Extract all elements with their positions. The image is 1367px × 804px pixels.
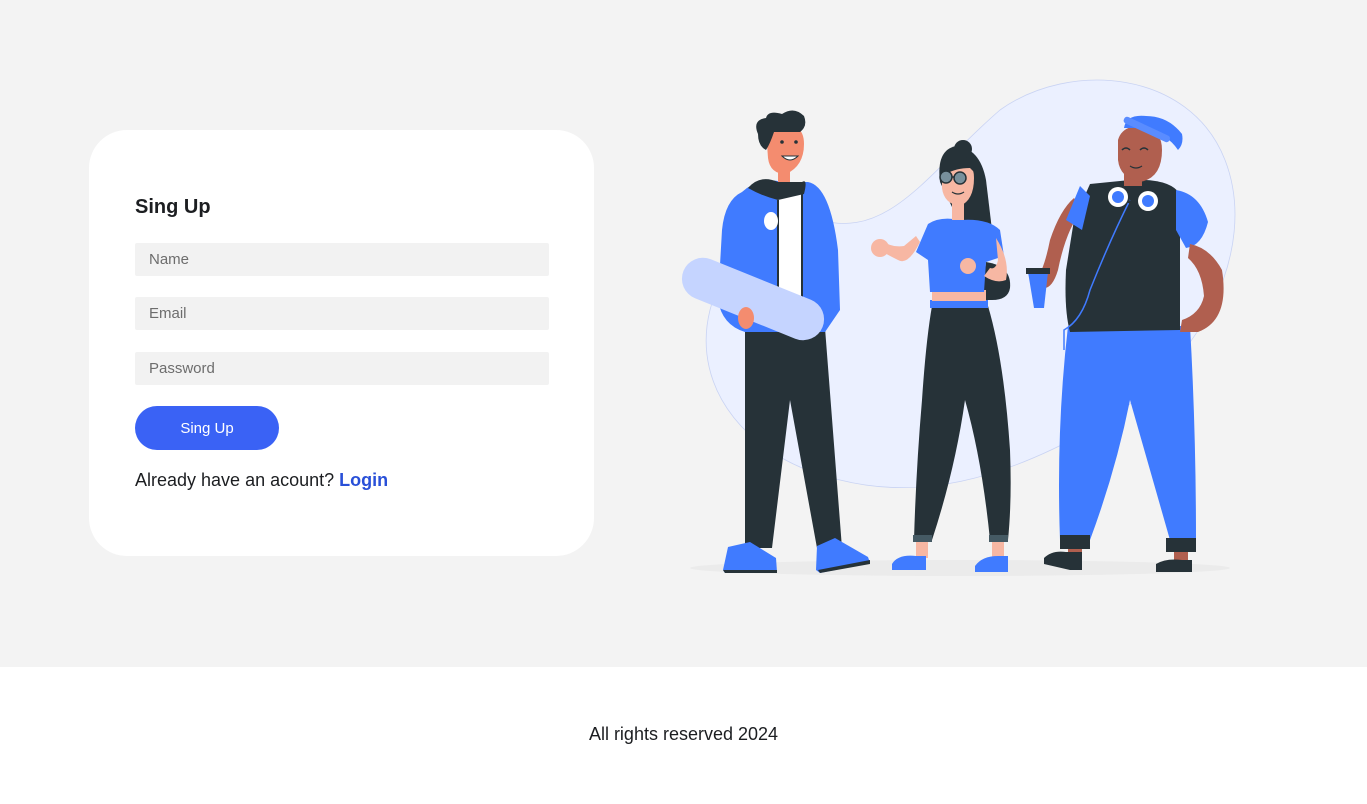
signup-card: Sing Up Sing Up Already have an acount? …: [89, 130, 594, 556]
hero-section: Sing Up Sing Up Already have an acount? …: [0, 0, 1367, 667]
people-group-illustration: [681, 79, 1236, 576]
form-title: Sing Up: [135, 196, 211, 218]
jacket-badge: [764, 212, 778, 230]
login-prompt-line: Already have an acount? Login: [135, 470, 388, 491]
sunglasses-icon: [939, 170, 953, 184]
footer-copyright: All rights reserved 2024: [588, 724, 779, 744]
hair-bun: [954, 140, 972, 158]
signup-button[interactable]: Sing Up: [135, 406, 279, 450]
login-link[interactable]: Login: [339, 470, 388, 490]
name-field[interactable]: [135, 243, 549, 276]
login-prompt-text: Already have an acount?: [135, 470, 335, 490]
email-field[interactable]: [135, 297, 549, 330]
raised-hand: [871, 239, 889, 257]
page: Sing Up Sing Up Already have an acount? …: [0, 0, 1367, 804]
password-field[interactable]: [135, 352, 549, 385]
